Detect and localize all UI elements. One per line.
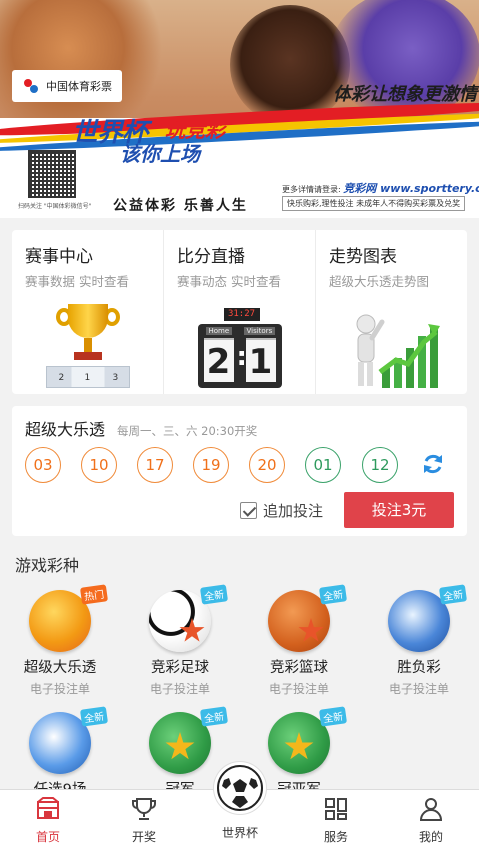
card-title: 比分直播 <box>177 247 245 267</box>
bet-button[interactable]: 投注3元 <box>344 492 454 528</box>
new-badge: 全新 <box>199 584 229 605</box>
tab-label: 世界杯 <box>221 826 258 840</box>
more-info-prefix: 更多详情请登录: <box>282 185 341 194</box>
front-ball: 19 <box>193 447 229 483</box>
game-dlt[interactable]: 热门 超级大乐透 电子投注单 <box>5 584 115 697</box>
podium-first: 1 <box>84 373 91 383</box>
lottery-schedule: 每周一、三、六 20:30开奖 <box>117 424 258 438</box>
more-info: 更多详情请登录: 竞彩网 www.sporttery.cn <box>282 180 479 196</box>
game-name: 胜负彩 <box>397 660 441 676</box>
scoreboard-icon: 31:27 Home Visitors 2 : 1 <box>194 308 286 392</box>
card-event-center[interactable]: 赛事中心 赛事数据 实时查看 2 1 3 <box>12 230 164 394</box>
add-bet-toggle[interactable]: 追加投注 <box>240 500 323 521</box>
scoreboard-visitors: Visitors <box>243 327 276 335</box>
scoreboard-home: Home <box>205 327 233 335</box>
card-title: 赛事中心 <box>25 247 93 267</box>
tab-label: 开奖 <box>131 830 156 844</box>
quick-entry-panel: 赛事中心 赛事数据 实时查看 2 1 3 比分直播 赛事动态 实时查看 31:2… <box>12 230 467 394</box>
promo-banner[interactable]: 中国体育彩票 体彩让想象更激情 世界杯 玩竞彩 该你上场 扫码关注 "中国体彩微… <box>0 0 479 218</box>
tab-label: 我的 <box>418 830 443 844</box>
game-sub: 电子投注单 <box>388 682 449 696</box>
card-live-score[interactable]: 比分直播 赛事动态 实时查看 31:27 Home Visitors 2 : 1 <box>164 230 316 394</box>
grid-icon <box>325 798 347 820</box>
new-badge: 全新 <box>79 706 109 727</box>
refresh-icon[interactable] <box>420 451 446 477</box>
game-sub: 电子投注单 <box>149 682 210 696</box>
new-badge: 全新 <box>318 706 348 727</box>
podium-second: 2 <box>58 373 65 383</box>
card-subtitle: 超级大乐透走势图 <box>329 274 430 289</box>
trophy-icon: 2 1 3 <box>40 300 136 392</box>
card-title: 走势图表 <box>329 247 397 267</box>
card-trend-chart[interactable]: 走势图表 超级大乐透走势图 <box>316 230 467 394</box>
qr-caption: 扫码关注 "中国体彩微信号" <box>18 203 92 210</box>
add-bet-label: 追加投注 <box>263 502 324 520</box>
back-ball: 12 <box>362 447 398 483</box>
tab-label: 首页 <box>35 830 60 844</box>
banner-crowd-image <box>0 0 170 120</box>
tab-service[interactable]: 服务 <box>288 796 384 845</box>
front-ball: 10 <box>81 447 117 483</box>
tab-draw[interactable]: 开奖 <box>96 796 192 845</box>
front-ball: 20 <box>249 447 285 483</box>
back-ball: 01 <box>305 447 341 483</box>
game-win-lose[interactable]: 全新 胜负彩 电子投注单 <box>364 584 474 697</box>
home-icon <box>37 797 59 819</box>
soccer-ball-icon[interactable] <box>214 762 266 814</box>
front-ball: 17 <box>137 447 173 483</box>
game-sub: 电子投注单 <box>268 682 329 696</box>
tab-mine[interactable]: 我的 <box>383 796 479 845</box>
scoreboard-timer: 31:27 <box>223 308 260 321</box>
hot-badge: 热门 <box>79 584 109 605</box>
podium-third: 3 <box>112 373 119 383</box>
qr-code-icon <box>28 150 76 198</box>
games-section-title: 游戏彩种 <box>15 556 80 575</box>
game-name: 超级大乐透 <box>23 660 97 676</box>
game-sub: 电子投注单 <box>29 682 90 696</box>
tab-label: 服务 <box>323 830 348 844</box>
game-name: 竞彩足球 <box>151 660 209 676</box>
lottery-logo-text: 中国体育彩票 <box>46 80 112 93</box>
new-badge: 全新 <box>199 706 229 727</box>
game-jc-soccer[interactable]: 全新 竞彩足球 电子投注单 <box>125 584 235 697</box>
lottery-title: 超级大乐透 <box>25 420 106 439</box>
lottery-logo: 中国体育彩票 <box>12 70 122 102</box>
tab-home[interactable]: 首页 <box>0 796 96 845</box>
banner-title-sub: 该你上场 <box>120 142 200 166</box>
lottery-draw-panel: 超级大乐透 每周一、三、六 20:30开奖 03 10 17 19 20 01 … <box>12 406 467 536</box>
add-bet-checkbox[interactable] <box>240 502 257 519</box>
front-ball: 03 <box>25 447 61 483</box>
tab-worldcup[interactable]: 世界杯 <box>192 824 288 841</box>
banner-slogan: 体彩让想象更激情 <box>333 84 477 105</box>
fine-print: 快乐购彩,理性投注 未成年人不得购买彩票及兑奖 <box>282 196 466 211</box>
trend-chart-icon <box>356 314 440 388</box>
game-name: 竞彩篮球 <box>270 660 328 676</box>
game-pick9[interactable]: 全新 任选9场 <box>5 706 115 799</box>
more-info-site: 竞彩网 www.sporttery.cn <box>343 182 479 195</box>
scoreboard-home-score: 2 <box>203 338 234 382</box>
user-icon <box>419 798 443 821</box>
lottery-logo-icon <box>22 77 40 95</box>
scoreboard-visitor-score: 1 <box>245 338 276 382</box>
card-subtitle: 赛事数据 实时查看 <box>25 274 129 289</box>
card-subtitle: 赛事动态 实时查看 <box>177 274 281 289</box>
game-jc-basketball[interactable]: 全新 竞彩篮球 电子投注单 <box>244 584 354 697</box>
new-badge: 全新 <box>318 584 348 605</box>
new-badge: 全新 <box>438 584 468 605</box>
public-slogan: 公益体彩 乐善人生 <box>113 198 248 214</box>
trophy-cup-icon <box>132 798 156 820</box>
